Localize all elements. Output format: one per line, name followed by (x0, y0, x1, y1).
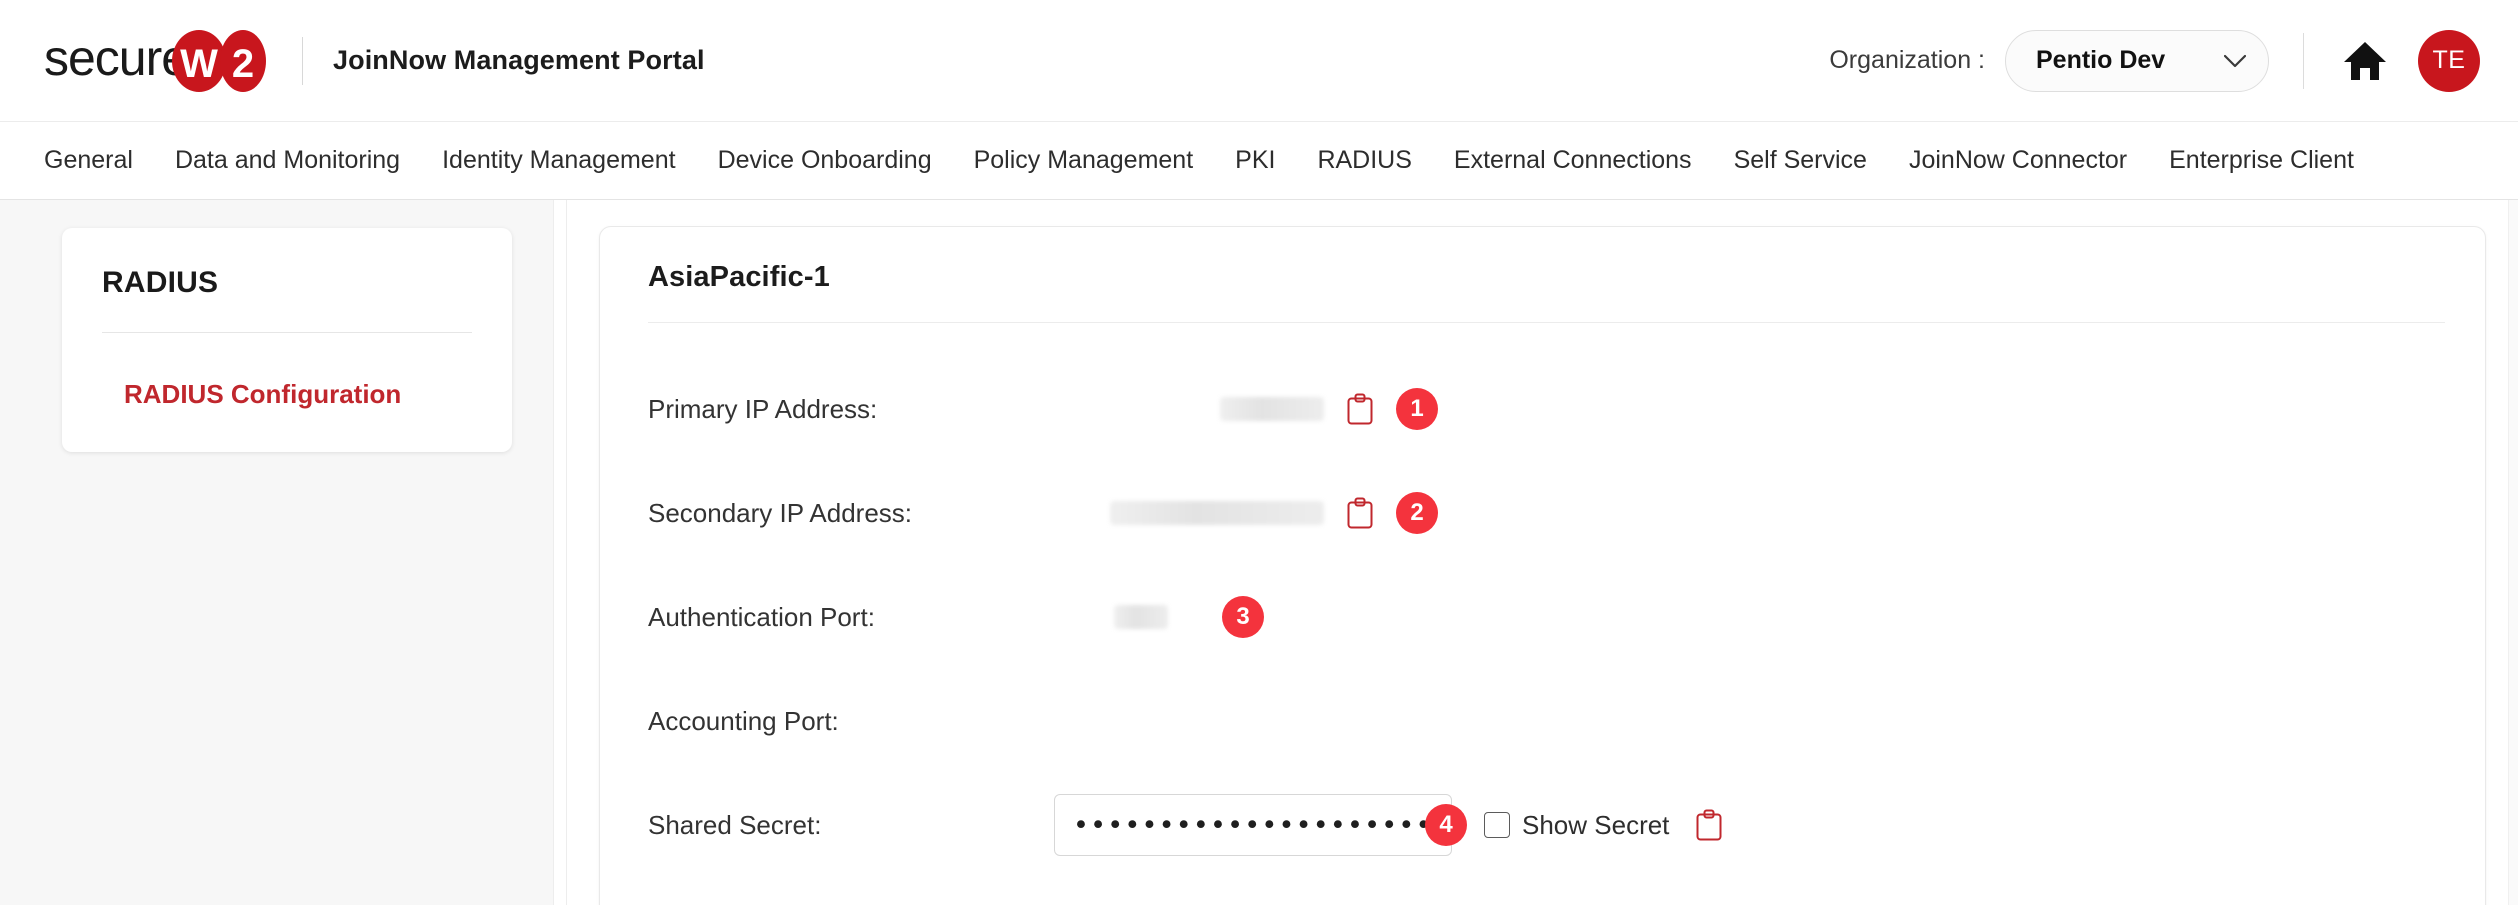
nav-item-general[interactable]: General (44, 148, 133, 173)
redacted-value (1114, 605, 1168, 629)
brand: secure W 2 JoinNow Management Portal (44, 29, 705, 93)
radius-config-card: AsiaPacific-1 Primary IP Address: 1 Seco… (599, 226, 2486, 905)
header-right: Organization : Pentio Dev TE (1829, 29, 2480, 92)
avatar[interactable]: TE (2418, 29, 2480, 92)
organization-label: Organization : (1829, 46, 1985, 74)
field-label-primary-ip: Primary IP Address: (648, 393, 878, 424)
copy-icon[interactable] (1346, 392, 1374, 426)
sidebar-card: RADIUS RADIUS Configuration (62, 228, 512, 452)
nav-item-identity-management[interactable]: Identity Management (442, 148, 675, 173)
field-row-accounting-port: Accounting Port: (648, 669, 2445, 773)
nav-item-data-and-monitoring[interactable]: Data and Monitoring (175, 148, 400, 173)
show-secret-label[interactable]: Show Secret (1522, 810, 1669, 841)
vertical-scrollbar[interactable] (2508, 200, 2518, 905)
svg-text:2: 2 (232, 42, 254, 86)
field-value-shared-secret: •••••••••••••••••••••••••••• 4 Show Secr… (1028, 794, 1723, 856)
page-title: JoinNow Management Portal (333, 45, 705, 75)
brand-divider (302, 36, 303, 85)
step-badge-4: 4 (1425, 804, 1467, 846)
show-secret-checkbox[interactable] (1484, 812, 1510, 838)
organization-select[interactable]: Pentio Dev (2005, 29, 2269, 92)
section-title: AsiaPacific-1 (648, 261, 830, 293)
field-value-primary-ip: 1 (1028, 388, 1438, 430)
sidebar: RADIUS RADIUS Configuration (0, 200, 553, 905)
main-content: AsiaPacific-1 Primary IP Address: 1 Seco… (567, 200, 2518, 905)
chevron-down-icon (2224, 54, 2246, 68)
shared-secret-masked-value: •••••••••••••••••••••••••••• (1073, 811, 1433, 839)
field-row-primary-ip: Primary IP Address: 1 (648, 357, 2445, 461)
page-body: RADIUS RADIUS Configuration AsiaPacific-… (0, 200, 2518, 905)
sidebar-item-radius-configuration[interactable]: RADIUS Configuration (102, 379, 472, 410)
field-value-secondary-ip: 2 (1028, 492, 1438, 534)
field-label-authentication-port: Authentication Port: (648, 601, 875, 632)
nav-item-device-onboarding[interactable]: Device Onboarding (718, 148, 932, 173)
sidebar-divider (102, 332, 472, 333)
field-row-shared-secret: Shared Secret: •••••••••••••••••••••••••… (648, 773, 2445, 877)
nav-item-self-service[interactable]: Self Service (1734, 148, 1867, 173)
redacted-value (1220, 397, 1324, 421)
securew2-logo[interactable]: secure W 2 (44, 29, 266, 93)
field-row-authentication-port: Authentication Port: 3 (648, 565, 2445, 669)
field-label-accounting-port: Accounting Port: (648, 705, 839, 736)
organization-selected-value: Pentio Dev (2036, 46, 2166, 74)
redacted-value (1110, 501, 1324, 525)
nav-item-joinnow-connector[interactable]: JoinNow Connector (1909, 148, 2127, 173)
field-label-secondary-ip: Secondary IP Address: (648, 497, 913, 528)
column-divider (553, 200, 567, 905)
header-divider (2303, 32, 2304, 89)
field-value-authentication-port: 3 (1028, 596, 1358, 638)
main-navigation: General Data and Monitoring Identity Man… (0, 122, 2518, 200)
field-row-secondary-ip: Secondary IP Address: 2 (648, 461, 2445, 565)
nav-item-external-connections[interactable]: External Connections (1454, 148, 1692, 173)
copy-icon[interactable] (1695, 808, 1723, 842)
nav-item-radius[interactable]: RADIUS (1317, 148, 1411, 173)
step-badge-2: 2 (1396, 492, 1438, 534)
shared-secret-input[interactable]: •••••••••••••••••••••••••••• 4 (1054, 794, 1467, 856)
app-header: secure W 2 JoinNow Management Portal Org… (0, 0, 2518, 122)
step-badge-3: 3 (1222, 596, 1264, 638)
copy-icon[interactable] (1346, 496, 1374, 530)
svg-text:W: W (180, 42, 218, 86)
sidebar-title: RADIUS (102, 266, 219, 299)
radius-config-form: Primary IP Address: 1 Secondary IP Addre… (640, 323, 2445, 877)
securew2-logo-icon: secure W 2 (44, 29, 266, 92)
home-icon (2344, 41, 2386, 80)
nav-item-policy-management[interactable]: Policy Management (974, 148, 1194, 173)
nav-item-pki[interactable]: PKI (1235, 148, 1275, 173)
nav-item-enterprise-client[interactable]: Enterprise Client (2169, 148, 2354, 173)
svg-text:secure: secure (44, 30, 188, 86)
field-label-shared-secret: Shared Secret: (648, 809, 822, 840)
home-button[interactable] (2338, 34, 2392, 88)
step-badge-1: 1 (1396, 388, 1438, 430)
